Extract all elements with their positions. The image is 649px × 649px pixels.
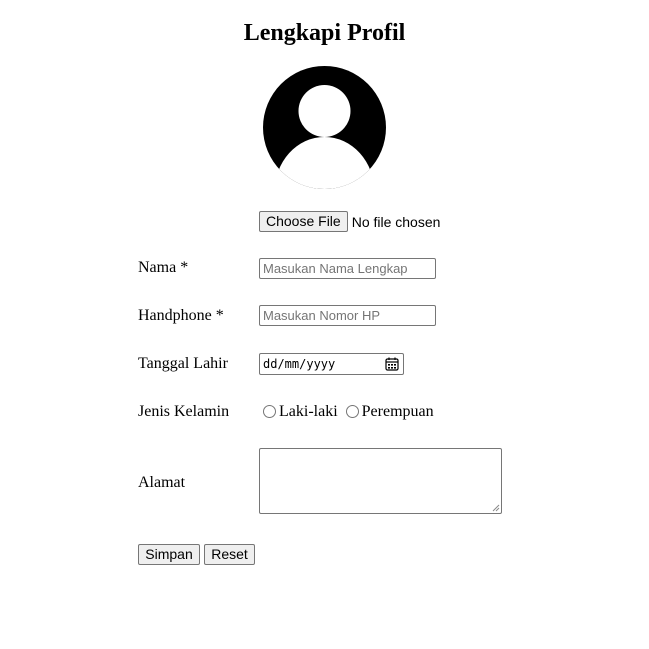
handphone-input[interactable] [259,305,436,326]
radio-laki-laki[interactable] [263,404,276,418]
date-placeholder: dd/mm/yyyy [263,357,336,371]
radio-perempuan[interactable] [345,404,359,418]
nama-input[interactable] [259,258,436,279]
profile-page: Lengkapi Profil Choose File No file chos… [0,0,649,649]
handphone-label: Handphone * [138,307,224,324]
calendar-icon[interactable] [385,357,399,371]
choose-file-button[interactable]: Choose File [259,211,348,232]
radio-laki-laki-label[interactable]: Laki-laki [279,402,338,422]
alamat-textarea[interactable] [259,448,502,514]
jenis-kelamin-radio-group: Laki-laki Perempuan [263,402,442,422]
alamat-label: Alamat [138,474,186,491]
jenis-kelamin-label: Jenis Kelamin [138,403,230,420]
photo-upload: Choose File No file chosen [259,211,440,232]
tanggal-lahir-input[interactable]: dd/mm/yyyy [259,353,404,375]
reset-button[interactable]: Reset [204,544,255,565]
save-button[interactable]: Simpan [138,544,200,565]
file-status-text: No file chosen [351,213,441,230]
resize-grip-icon[interactable] [492,504,500,512]
default-user-avatar-icon [263,66,386,189]
radio-perempuan-label[interactable]: Perempuan [362,402,434,422]
nama-label: Nama * [138,259,189,276]
page-title: Lengkapi Profil [243,20,406,46]
tanggal-lahir-label: Tanggal Lahir [138,355,228,372]
